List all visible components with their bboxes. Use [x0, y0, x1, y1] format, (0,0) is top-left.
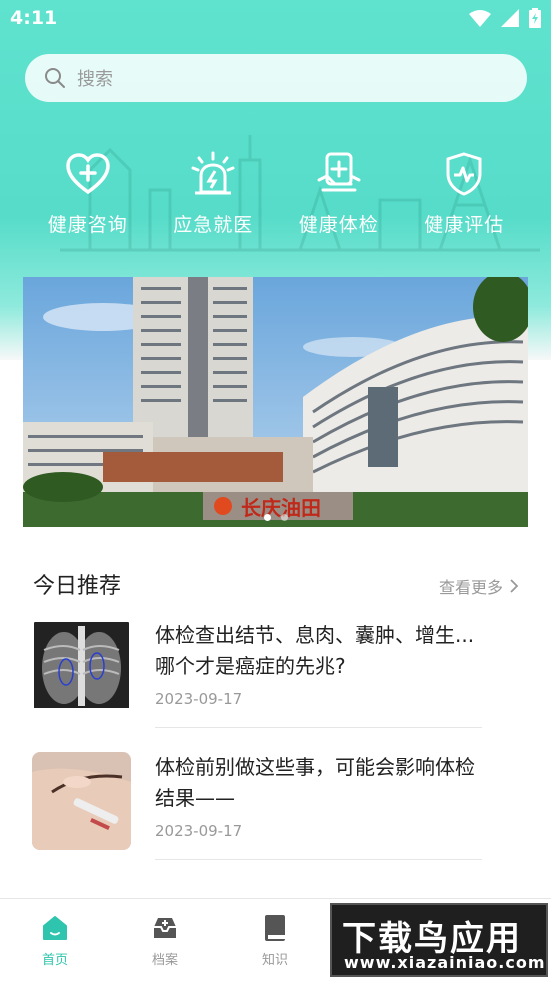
search-bar[interactable]: 搜索 — [25, 54, 527, 102]
signal-icon — [501, 9, 519, 27]
search-placeholder: 搜索 — [77, 69, 113, 90]
see-more-label: 查看更多 — [438, 578, 503, 597]
status-bar: 4:11 — [0, 0, 551, 38]
book-icon — [265, 915, 285, 941]
see-more-link[interactable]: 查看更多 — [439, 574, 519, 598]
shield-pulse-icon — [446, 152, 482, 196]
quick-label: 健康评估 — [424, 214, 505, 236]
article-item[interactable]: 体检查出结节、息肉、囊肿、增生...哪个才是癌症的先兆? 2023-09-17 — [32, 620, 482, 735]
divider — [155, 727, 482, 728]
banner-hospital-image: 长庆油田 — [23, 277, 528, 527]
wifi-icon — [469, 10, 491, 27]
watermark-url: www.xiazainiao.com — [344, 953, 546, 972]
article-title: 体检查出结节、息肉、囊肿、增生...哪个才是癌症的先兆? — [155, 623, 475, 678]
quick-label: 应急就医 — [173, 214, 254, 236]
carousel-dot — [263, 514, 271, 521]
chevron-right-icon — [510, 579, 519, 593]
heart-plus-icon — [65, 153, 110, 195]
tab-label: 档案 — [151, 953, 178, 968]
status-time: 4:11 — [10, 7, 58, 29]
archive-icon — [154, 918, 176, 938]
medical-checkup-icon — [317, 152, 361, 192]
tab-knowledge[interactable]: 知识 — [220, 899, 330, 981]
home-icon — [43, 916, 67, 940]
chest-xray-image — [32, 620, 131, 718]
carousel-indicator — [23, 514, 528, 521]
blood-draw-image — [32, 752, 131, 850]
article-title: 体检前别做这些事，可能会影响体检结果—— — [155, 755, 475, 810]
carousel-dot — [280, 514, 288, 521]
tab-label: 首页 — [41, 953, 68, 968]
quick-label: 健康体检 — [298, 214, 379, 236]
section-title: 今日推荐 — [33, 574, 122, 599]
watermark-logo: 下载鸟应用 www.xiazainiao.com — [330, 903, 548, 977]
article-thumbnail — [32, 752, 131, 850]
quick-health-consult[interactable]: 健康咨询 — [25, 150, 151, 250]
banner-carousel[interactable]: 长庆油田 — [23, 277, 528, 527]
tab-archive[interactable]: 档案 — [110, 899, 220, 981]
article-thumbnail — [32, 620, 131, 718]
article-date: 2023-09-17 — [155, 690, 243, 708]
article-item[interactable]: 体检前别做这些事，可能会影响体检结果—— 2023-09-17 — [32, 752, 482, 867]
search-icon — [45, 68, 65, 88]
status-icons — [469, 8, 541, 28]
emergency-light-icon — [191, 151, 235, 195]
divider — [155, 859, 482, 860]
tab-home[interactable]: 首页 — [0, 899, 110, 981]
quick-assessment[interactable]: 健康评估 — [402, 150, 528, 250]
quick-label: 健康咨询 — [47, 214, 128, 236]
quick-emergency[interactable]: 应急就医 — [151, 150, 277, 250]
battery-icon — [529, 8, 541, 28]
article-date: 2023-09-17 — [155, 822, 243, 840]
tab-label: 知识 — [261, 953, 288, 968]
quick-checkup[interactable]: 健康体检 — [276, 150, 402, 250]
quick-actions: 健康咨询 应急就医 健康体检 健康评估 — [25, 150, 527, 250]
